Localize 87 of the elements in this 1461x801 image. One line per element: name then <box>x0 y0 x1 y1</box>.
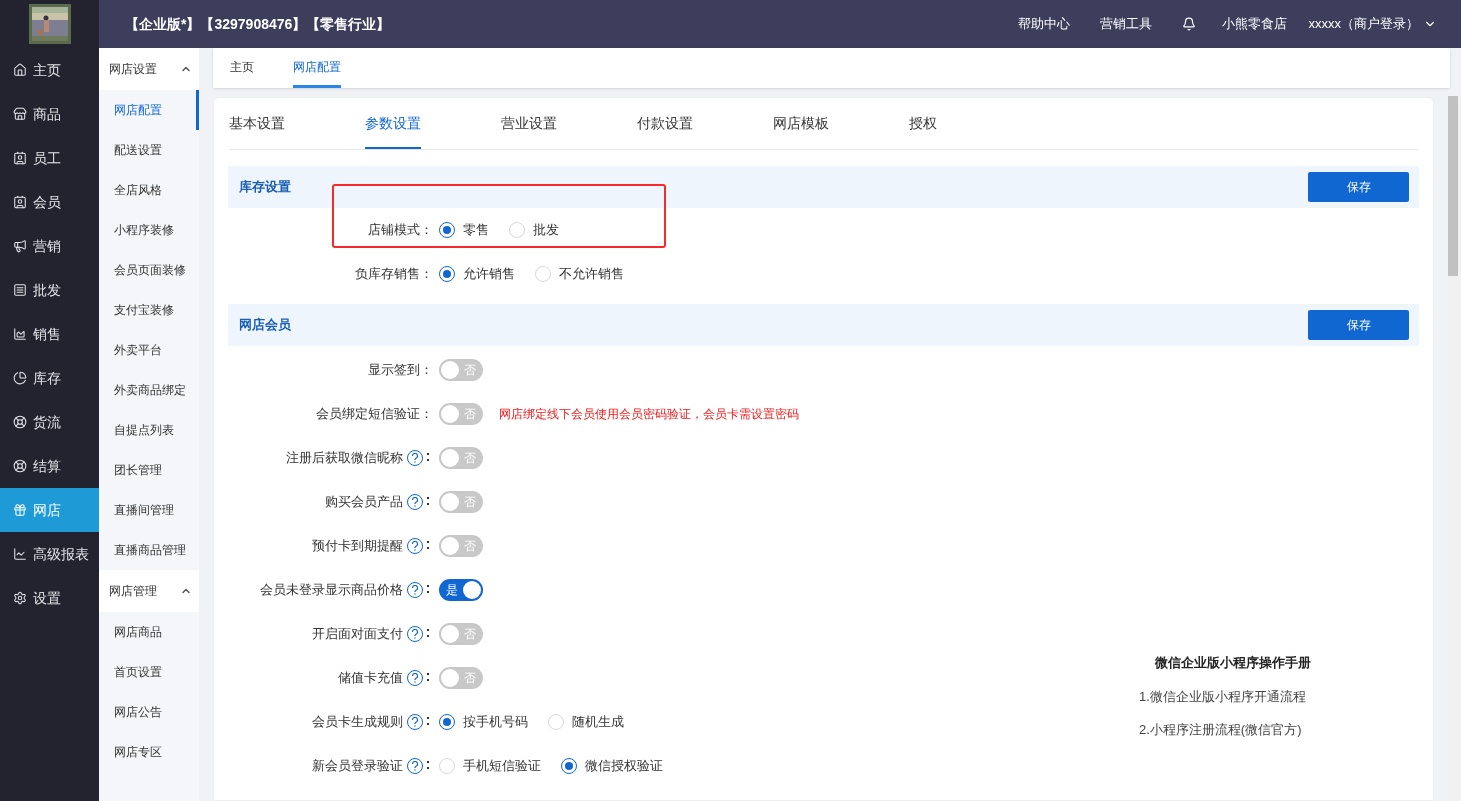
sidebar-item[interactable]: 货流 <box>0 400 99 444</box>
gift-icon <box>13 503 27 517</box>
submenu-item[interactable]: 首页设置 <box>99 652 199 692</box>
manual-title: 微信企业版小程序操作手册 <box>1155 654 1311 672</box>
menu-group-header[interactable]: 网店设置 <box>99 48 199 90</box>
ring-icon <box>13 459 27 473</box>
submenu-item[interactable]: 团长管理 <box>99 450 199 490</box>
home-icon <box>13 63 27 77</box>
field-label: 储值卡充值 <box>338 669 403 688</box>
sidebar-item[interactable]: 库存 <box>0 356 99 400</box>
submenu-item[interactable]: 外卖商品绑定 <box>99 370 199 410</box>
ring-icon <box>13 415 27 429</box>
field-label: 负库存销售： <box>355 265 433 284</box>
settings-tab[interactable]: 付款设置 <box>637 98 773 149</box>
bell-icon[interactable] <box>1181 17 1196 31</box>
submenu-item[interactable]: 外卖平台 <box>99 330 199 370</box>
section-header: 库存设置 保存 <box>228 166 1419 208</box>
shop-name[interactable]: 小熊零食店 <box>1221 14 1287 34</box>
save-button[interactable]: 保存 <box>1308 172 1409 202</box>
submenu-item[interactable]: 支付宝装修 <box>99 290 199 330</box>
submenu-item[interactable]: 网店专区 <box>99 732 199 772</box>
sidebar-item[interactable]: 结算 <box>0 444 99 488</box>
submenu-item[interactable]: 网店配置 <box>99 90 199 130</box>
submenu-item[interactable]: 网店商品 <box>99 612 199 652</box>
field-label: 预付卡到期提醒 <box>312 537 403 556</box>
menu-group-header[interactable]: 网店管理 <box>99 570 199 612</box>
store-icon <box>13 107 27 121</box>
settings-tab[interactable]: 授权 <box>909 98 1045 149</box>
submenu-item[interactable]: 直播间管理 <box>99 490 199 530</box>
field-label: 显示签到： <box>368 361 433 380</box>
submenu-item[interactable]: 配送设置 <box>99 130 199 170</box>
settings-tab[interactable]: 网店模板 <box>773 98 909 149</box>
manual-link[interactable]: 1.微信企业版小程序开通流程 <box>1139 686 1311 706</box>
page-tab[interactable]: 主页 <box>230 48 254 88</box>
page-tab[interactable]: 网店配置 <box>293 48 341 88</box>
warning-note: 网店绑定线下会员使用会员密码验证，会员卡需设置密码 <box>499 406 799 423</box>
manual-link[interactable]: 2.小程序注册流程(微信官方) <box>1139 720 1311 740</box>
sidebar-item[interactable]: 设置 <box>0 576 99 620</box>
save-button[interactable]: 保存 <box>1308 310 1409 340</box>
submenu-item[interactable]: 网店公告 <box>99 692 199 732</box>
settings-tab[interactable]: 营业设置 <box>501 98 637 149</box>
settings-tab[interactable]: 参数设置 <box>365 98 501 149</box>
sidebar-item[interactable]: 主页 <box>0 48 99 92</box>
radio-option[interactable]: 零售 <box>439 220 489 240</box>
megaphone-icon <box>13 239 27 253</box>
field-label: 注册后获取微信昵称 <box>286 449 403 468</box>
settings-tab[interactable]: 基本设置 <box>229 98 365 149</box>
header-link[interactable]: 营销工具 <box>1099 14 1152 34</box>
toggle-switch[interactable]: 是 <box>439 579 483 601</box>
contact-card-icon <box>13 195 27 209</box>
radio-option[interactable]: 允许销售 <box>439 264 515 284</box>
edition-title: 【企业版*】【3297908476】【零售行业】 <box>125 14 391 34</box>
contact-card-icon <box>13 151 27 165</box>
sidebar-item[interactable]: 员工 <box>0 136 99 180</box>
submenu-item[interactable]: 会员页面装修 <box>99 250 199 290</box>
field-label: 开启面对面支付 <box>312 625 403 644</box>
submenu-item[interactable]: 全店风格 <box>99 170 199 210</box>
header-link[interactable]: 帮助中心 <box>1017 14 1070 34</box>
field-label: 新会员登录验证 <box>312 757 403 776</box>
radio-option[interactable]: 不允许销售 <box>535 264 624 284</box>
radio-option[interactable]: 手机短信验证 <box>439 756 541 776</box>
radio-option[interactable]: 随机生成 <box>548 712 624 732</box>
radio-option[interactable]: 批发 <box>509 220 559 240</box>
submenu-item[interactable]: 直播商品管理 <box>99 530 199 570</box>
sidebar-item[interactable]: 销售 <box>0 312 99 356</box>
scrollbar[interactable] <box>1447 97 1459 801</box>
pie-chart-icon <box>13 371 27 385</box>
field-label: 会员未登录显示商品价格 <box>260 581 403 600</box>
settings-icon <box>13 591 27 605</box>
field-label: 购买会员产品 <box>325 493 403 512</box>
list-icon <box>13 283 27 297</box>
radio-option[interactable]: 按手机号码 <box>439 712 528 732</box>
radio-option[interactable]: 微信授权验证 <box>561 756 663 776</box>
sidebar-item[interactable]: 会员 <box>0 180 99 224</box>
submenu-item[interactable]: 小程序装修 <box>99 210 199 250</box>
sidebar-item[interactable]: 营销 <box>0 224 99 268</box>
sidebar-item[interactable]: 商品 <box>0 92 99 136</box>
field-label: 会员卡生成规则 <box>312 713 403 732</box>
sidebar-item[interactable]: 批发 <box>0 268 99 312</box>
field-label: 店铺模式： <box>368 221 433 240</box>
sidebar-item[interactable]: 高级报表 <box>0 532 99 576</box>
user-menu[interactable]: xxxxx（商户登录） <box>1308 14 1437 34</box>
submenu-item[interactable]: 自提点列表 <box>99 410 199 450</box>
field-label: 会员绑定短信验证： <box>316 405 433 424</box>
area-chart-icon <box>13 327 27 341</box>
section-header: 网店会员 保存 <box>228 304 1419 346</box>
line-chart-icon <box>13 547 27 561</box>
